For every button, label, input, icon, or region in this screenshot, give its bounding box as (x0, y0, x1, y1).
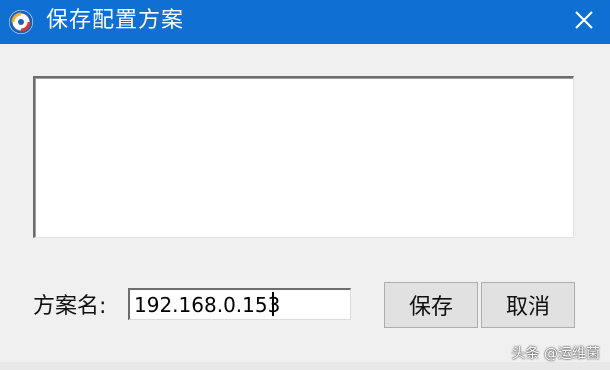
close-button[interactable] (558, 0, 610, 44)
dialog-body: 方案名: 保存 取消 (0, 44, 610, 362)
close-icon (574, 10, 594, 34)
text-caret (272, 292, 274, 316)
scheme-name-input[interactable] (128, 288, 351, 320)
title-bar[interactable]: 保存配置方案 (0, 0, 610, 44)
window-bottom-edge (0, 362, 610, 370)
app-logo-icon (7, 8, 35, 36)
cancel-button[interactable]: 取消 (481, 282, 575, 328)
scheme-name-label: 方案名: (33, 294, 107, 319)
save-button[interactable]: 保存 (384, 282, 478, 328)
window-title: 保存配置方案 (46, 8, 185, 33)
watermark-text: 头条 @运维菌 (511, 346, 600, 362)
scheme-list-box[interactable] (33, 76, 574, 238)
